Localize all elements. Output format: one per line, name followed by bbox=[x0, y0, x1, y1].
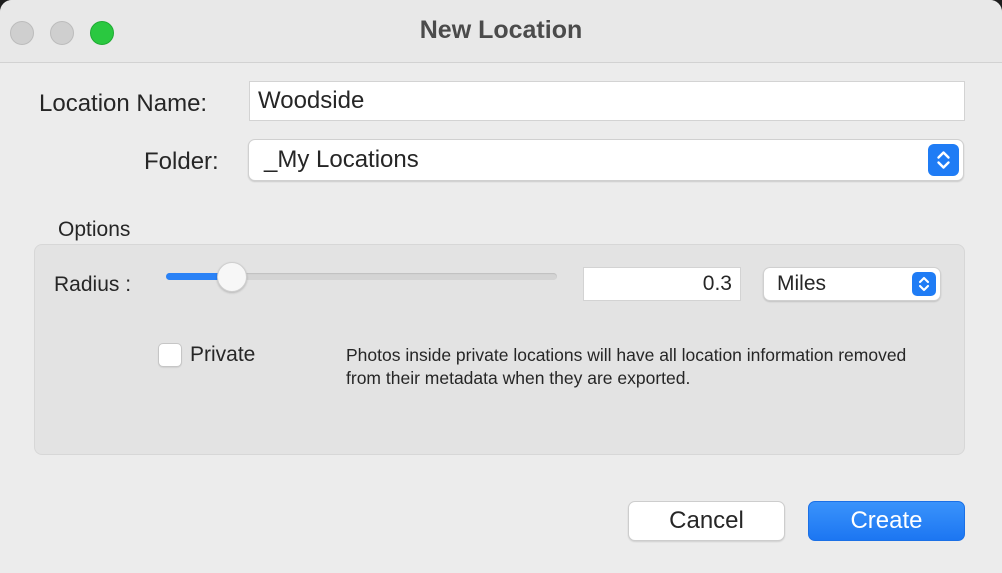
private-label[interactable]: Private bbox=[190, 343, 255, 367]
dialog-title: New Location bbox=[419, 16, 583, 44]
location-name-label: Location Name: bbox=[39, 90, 208, 117]
options-group-label: Options bbox=[58, 218, 131, 241]
cancel-button[interactable]: Cancel bbox=[628, 501, 785, 541]
folder-select-arrows-icon[interactable] bbox=[928, 144, 959, 176]
create-button[interactable]: Create bbox=[808, 501, 965, 541]
radius-value-input[interactable]: 0.3 bbox=[583, 267, 741, 301]
new-location-dialog: New Location Location Name: Woodside Fol… bbox=[0, 0, 1002, 573]
unit-select-arrows-icon[interactable] bbox=[912, 272, 936, 296]
location-name-input[interactable]: Woodside bbox=[249, 81, 965, 121]
title-bar: New Location bbox=[0, 0, 1002, 63]
unit-select-value: Miles bbox=[777, 272, 827, 295]
folder-select-value: _My Locations bbox=[264, 146, 419, 173]
private-checkbox[interactable] bbox=[158, 343, 182, 367]
folder-select[interactable]: _My Locations bbox=[248, 139, 964, 181]
radius-label: Radius : bbox=[54, 273, 132, 296]
folder-label: Folder: bbox=[144, 148, 219, 175]
private-note: Photos inside private locations will hav… bbox=[346, 345, 907, 388]
